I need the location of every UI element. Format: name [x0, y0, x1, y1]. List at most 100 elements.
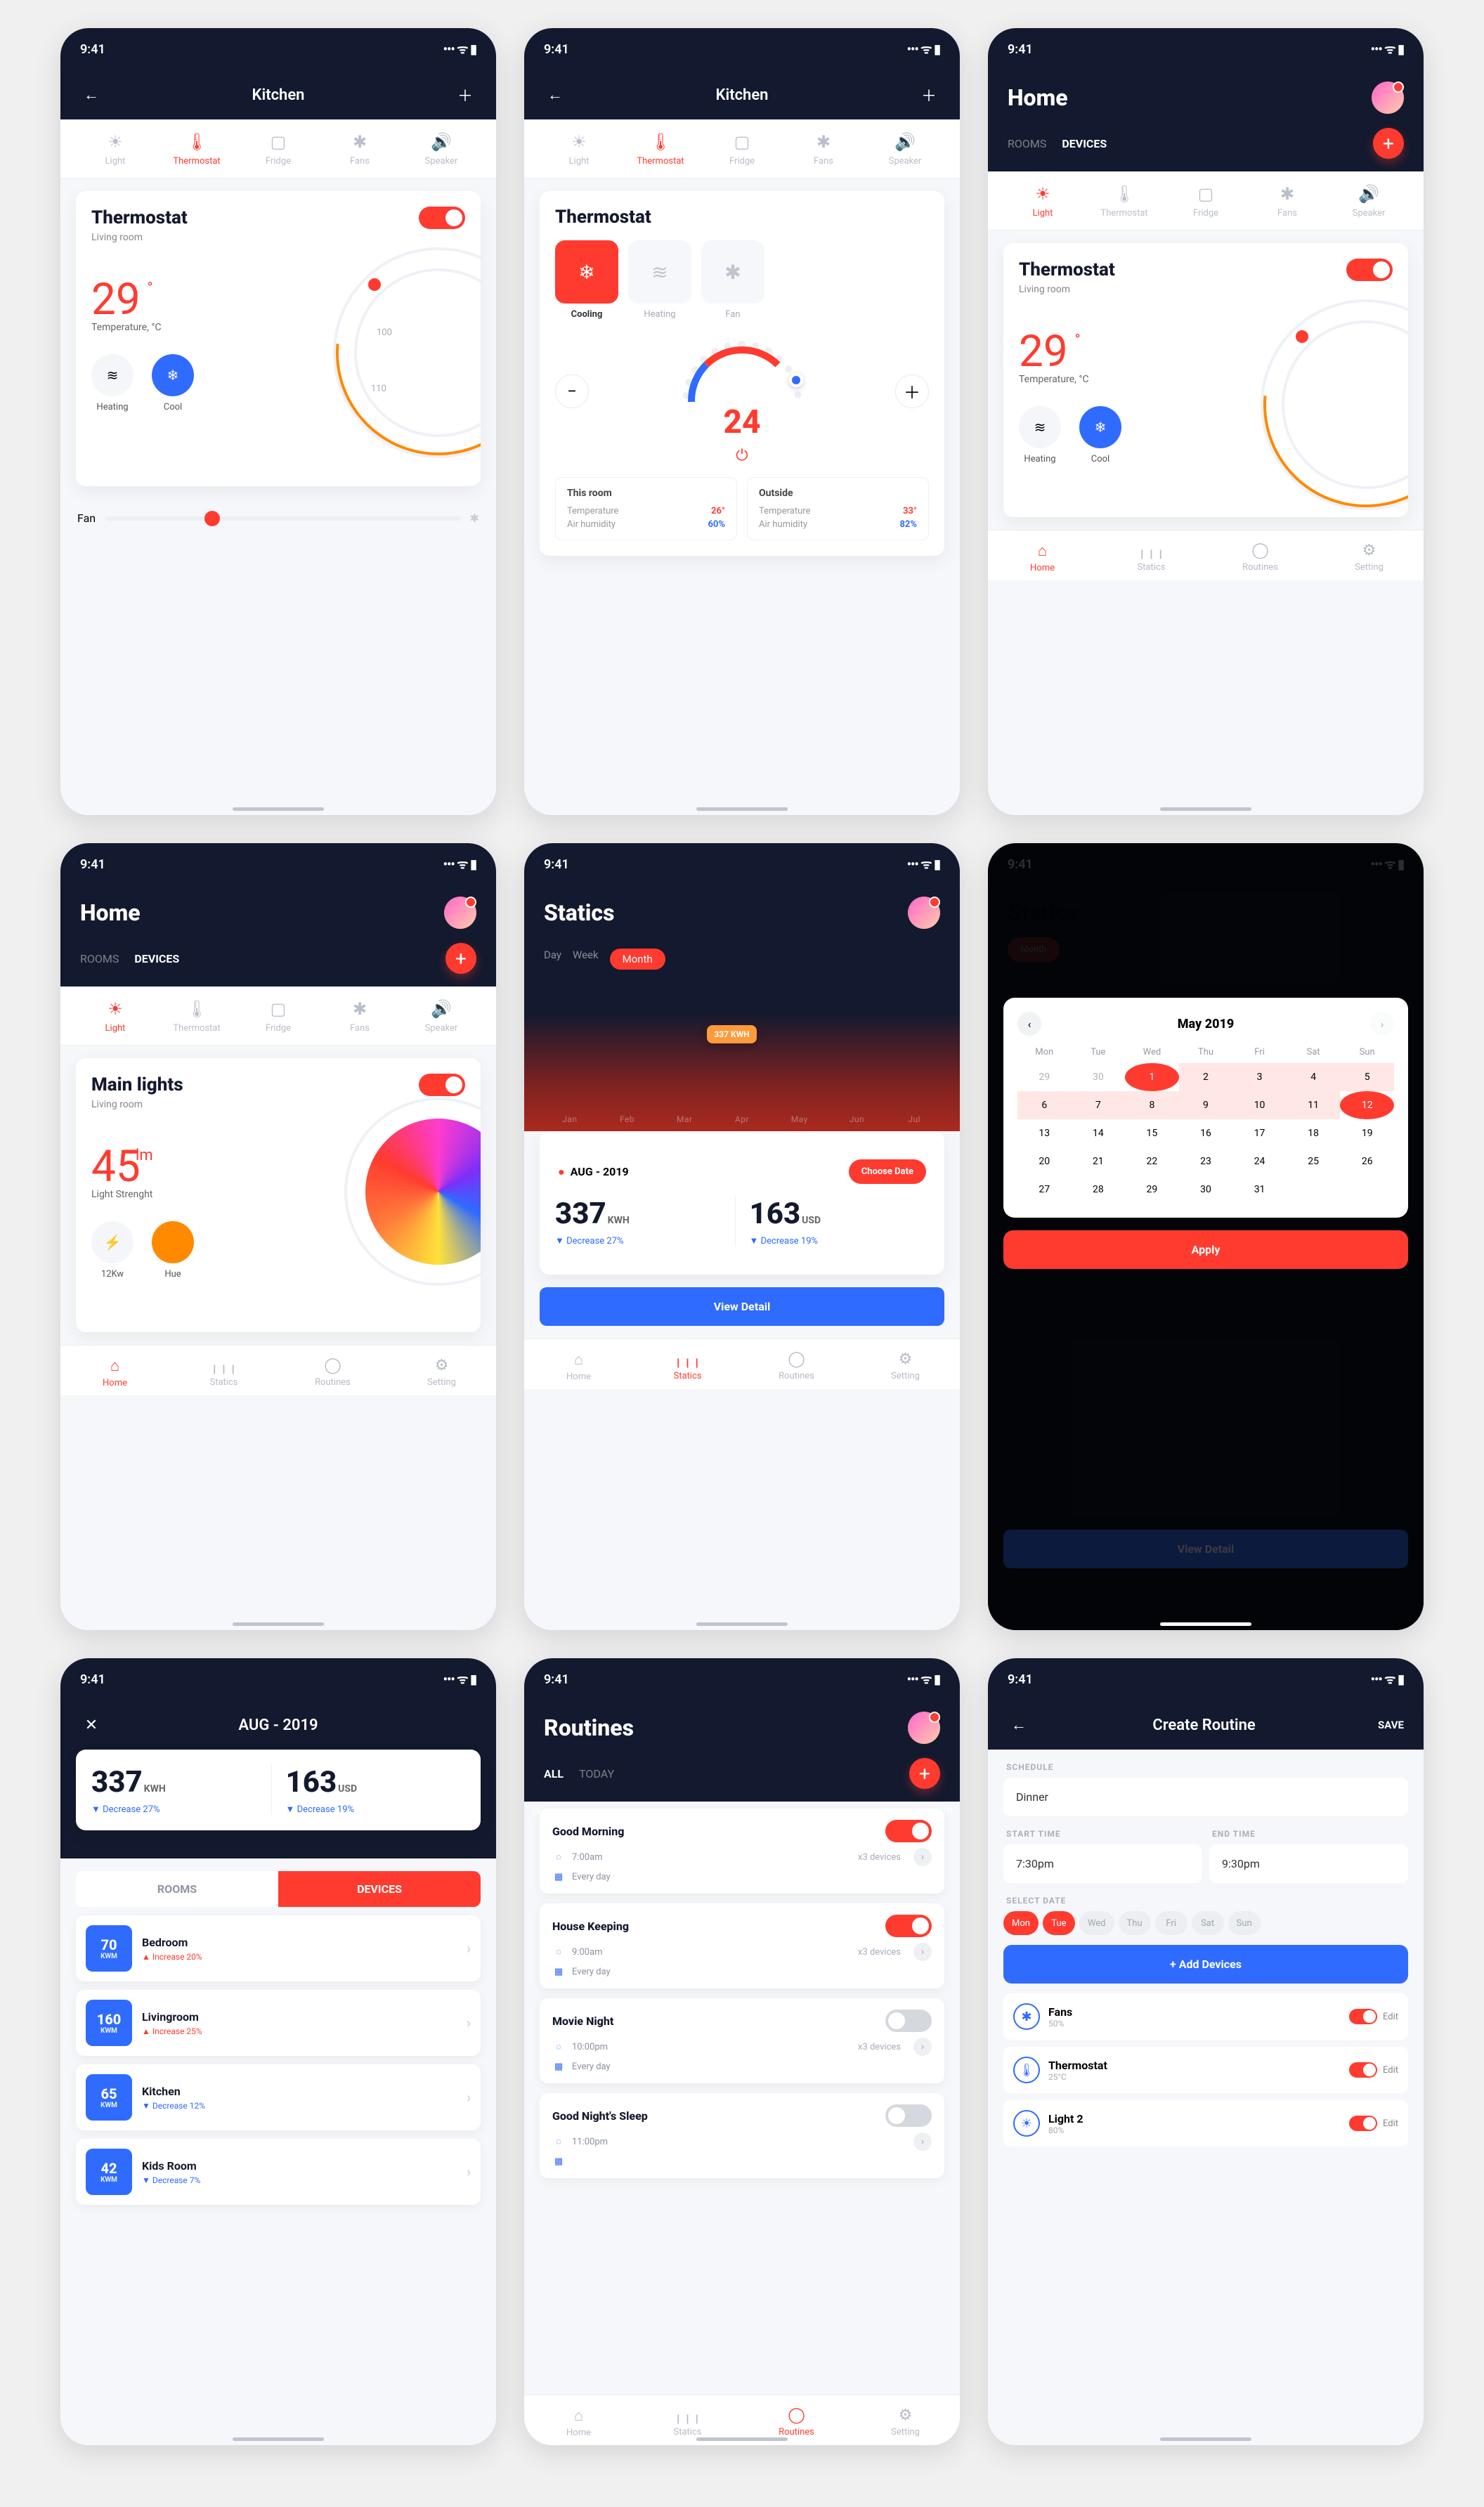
day-18[interactable]: 18 [1287, 1119, 1341, 1147]
nav-home[interactable]: ⌂Home [524, 2407, 633, 2438]
device-tab-speaker[interactable]: 🔊Speaker [864, 132, 946, 178]
day-chip-mon[interactable]: Mon [1003, 1911, 1039, 1935]
avatar[interactable] [1372, 82, 1404, 114]
room-kitchen[interactable]: 65KWMKitchen▼ Decrease 12%› [76, 2064, 481, 2130]
range-week[interactable]: Week [573, 949, 599, 970]
day-4[interactable]: 4 [1287, 1063, 1341, 1091]
day-29[interactable]: 29 [1125, 1176, 1179, 1204]
day-11[interactable]: 11 [1287, 1091, 1341, 1119]
expand-icon[interactable]: › [913, 1943, 932, 1961]
expand-icon[interactable]: › [913, 1848, 932, 1866]
day-10[interactable]: 10 [1232, 1091, 1287, 1119]
device-tab-light[interactable]: ☀Light [74, 132, 156, 178]
power-toggle[interactable]: On [1346, 259, 1393, 281]
nav-statics[interactable]: ╷╷╷Statics [1097, 542, 1206, 573]
nav-setting[interactable]: ⚙Setting [851, 1350, 960, 1382]
nav-home[interactable]: ⌂Home [524, 1350, 633, 1382]
power-toggle[interactable]: On [419, 1074, 465, 1096]
room-bedroom[interactable]: 70KWMBedroom▲ Increase 20%› [76, 1915, 481, 1981]
day-1[interactable]: 1 [1125, 1063, 1179, 1091]
fan-slider[interactable] [105, 516, 460, 521]
device-tab-light[interactable]: ☀Light [538, 132, 620, 178]
routine-toggle[interactable]: Off [885, 2010, 932, 2032]
day-6[interactable]: 6 [1017, 1091, 1072, 1119]
seg-devices[interactable]: DEVICES [278, 1871, 481, 1907]
day-chip-wed[interactable]: Wed [1079, 1911, 1114, 1935]
day-27[interactable]: 27 [1017, 1176, 1072, 1204]
view-detail-button[interactable]: View Detail [540, 1287, 944, 1326]
next-month-button[interactable]: › [1370, 1012, 1394, 1036]
power-icon[interactable]: ⏻ [736, 447, 748, 464]
day-7[interactable]: 7 [1072, 1091, 1126, 1119]
device-tab-fans[interactable]: ✱Fans [319, 999, 401, 1045]
back-icon[interactable]: ← [1008, 1714, 1030, 1736]
range-day[interactable]: Day [544, 949, 561, 970]
day-chip-sat[interactable]: Sat [1192, 1911, 1224, 1935]
day-chip-sun[interactable]: Sun [1228, 1911, 1261, 1935]
day-25[interactable]: 25 [1287, 1147, 1341, 1176]
nav-routines[interactable]: ◯Routines [742, 2407, 851, 2438]
nav-setting[interactable]: ⚙Setting [1315, 542, 1424, 573]
device-tab-fans[interactable]: ✱Fans [783, 132, 864, 178]
device-tab-thermostat[interactable]: 🌡Thermostat [156, 132, 237, 178]
back-icon[interactable]: ← [80, 84, 103, 106]
day-9[interactable]: 9 [1179, 1091, 1233, 1119]
day-chip-thu[interactable]: Thu [1119, 1911, 1151, 1935]
mode-tile-cooling[interactable]: ❄ [555, 240, 618, 304]
increase-button[interactable]: ＋ [895, 375, 929, 408]
nav-home[interactable]: ⌂Home [60, 1357, 169, 1388]
prev-month-button[interactable]: ‹ [1017, 1012, 1041, 1036]
device-tab-thermostat[interactable]: 🌡Thermostat [620, 132, 701, 178]
day-22[interactable]: 22 [1125, 1147, 1179, 1176]
day-31[interactable]: 31 [1232, 1176, 1287, 1204]
day-chip-fri[interactable]: Fri [1155, 1911, 1187, 1935]
nav-home[interactable]: ⌂Home [988, 542, 1097, 573]
choose-date-button[interactable]: Choose Date [849, 1159, 926, 1184]
device-tab-speaker[interactable]: 🔊Speaker [1328, 184, 1410, 230]
tab-rooms[interactable]: ROOMS [1008, 137, 1046, 150]
tab-today[interactable]: TODAY [579, 1767, 614, 1780]
range-month[interactable]: Month [610, 949, 665, 970]
tab-devices[interactable]: DEVICES [1062, 137, 1107, 150]
day-15[interactable]: 15 [1125, 1119, 1179, 1147]
device-tab-thermostat[interactable]: 🌡Thermostat [1083, 184, 1165, 230]
mode-12kw-button[interactable]: ⚡ [91, 1221, 134, 1263]
day-8[interactable]: 8 [1125, 1091, 1179, 1119]
device-tab-fridge[interactable]: ▢Fridge [237, 132, 319, 178]
avatar[interactable] [908, 897, 940, 929]
day-19[interactable]: 19 [1340, 1119, 1394, 1147]
avatar[interactable] [908, 1712, 940, 1744]
mode-cool-button[interactable]: ❄ [152, 354, 194, 396]
avatar[interactable] [444, 897, 476, 929]
day-30[interactable]: 30 [1179, 1176, 1233, 1204]
nav-routines[interactable]: ◯Routines [1206, 542, 1315, 573]
day-24[interactable]: 24 [1232, 1147, 1287, 1176]
close-icon[interactable]: ✕ [80, 1714, 103, 1736]
mode-tile-heating[interactable]: ≋ [628, 240, 691, 304]
nav-setting[interactable]: ⚙Setting [851, 2407, 960, 2438]
seg-rooms[interactable]: ROOMS [76, 1871, 278, 1907]
room-livingroom[interactable]: 160KWMLivingroom▲ Increase 25%› [76, 1990, 481, 2056]
back-icon[interactable]: ← [544, 84, 566, 106]
nav-routines[interactable]: ◯Routines [742, 1350, 851, 1382]
device-tab-speaker[interactable]: 🔊Speaker [401, 132, 482, 178]
routine-toggle[interactable] [885, 2104, 932, 2127]
nav-routines[interactable]: ◯Routines [278, 1357, 387, 1388]
nav-statics[interactable]: ╷╷╷Statics [633, 2407, 742, 2438]
day-14[interactable]: 14 [1072, 1119, 1126, 1147]
start-time-input[interactable]: 7:30pm [1003, 1844, 1202, 1883]
nav-statics[interactable]: ╷╷╷Statics [169, 1357, 278, 1388]
day-20[interactable]: 20 [1017, 1147, 1072, 1176]
day-21[interactable]: 21 [1072, 1147, 1126, 1176]
mode-cool-button[interactable]: ❄ [1079, 406, 1121, 448]
day-23[interactable]: 23 [1179, 1147, 1233, 1176]
expand-icon[interactable]: › [913, 2038, 932, 2056]
apply-button[interactable]: Apply [1003, 1230, 1408, 1269]
decrease-button[interactable]: − [555, 375, 589, 408]
day-2[interactable]: 2 [1179, 1063, 1233, 1091]
end-time-input[interactable]: 9:30pm [1209, 1844, 1408, 1883]
device-tab-fridge[interactable]: ▢Fridge [701, 132, 783, 178]
add-icon[interactable]: ＋ [454, 84, 476, 106]
device-tab-thermostat[interactable]: 🌡Thermostat [156, 999, 237, 1045]
day-5[interactable]: 5 [1340, 1063, 1394, 1091]
